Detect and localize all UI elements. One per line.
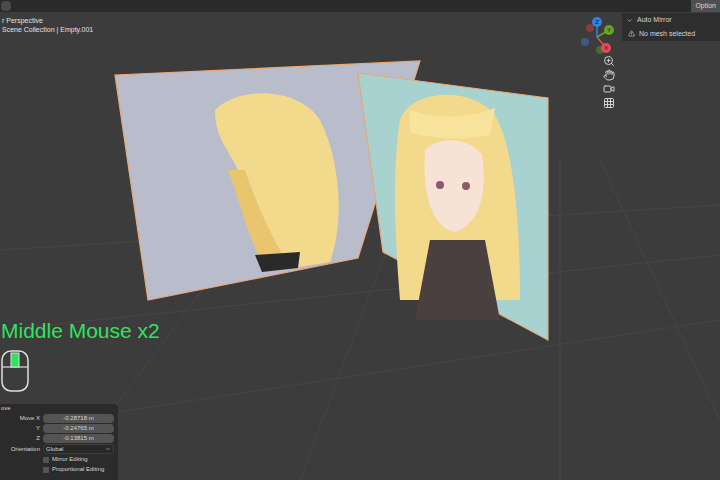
key-overlay: Middle Mouse x2: [1, 318, 160, 392]
panel-message: No mesh selected: [626, 29, 716, 40]
portrait-front-figure: [395, 95, 520, 320]
orientation-dropdown[interactable]: Global: [43, 444, 114, 454]
view-name: r Perspective: [2, 16, 93, 25]
blender-window: ZYXOptionr PerspectiveScene Collection |…: [0, 0, 720, 480]
field-label: Z: [0, 434, 40, 443]
chevron-icon[interactable]: [626, 17, 633, 24]
portrait-side-figure: [215, 93, 339, 272]
svg-text:Z: Z: [595, 19, 599, 25]
image-plane[interactable]: [358, 73, 548, 340]
camera-icon[interactable]: [603, 83, 615, 95]
operator-field: Y-0.24765 m: [0, 424, 114, 433]
gizmo-axis[interactable]: X: [601, 43, 611, 53]
field-label: Y: [0, 424, 40, 433]
checkbox-row[interactable]: Mirror Editing: [0, 455, 114, 464]
operator-field: Z-0.13815 m: [0, 434, 114, 443]
grid-icon[interactable]: [603, 97, 615, 109]
panel-title: Auto Mirror: [637, 15, 672, 26]
field-value[interactable]: -0.28718 m: [43, 414, 114, 423]
gizmo-axis[interactable]: Y: [604, 25, 614, 35]
chevron-icon: [105, 446, 111, 452]
field-label: Move X: [0, 414, 40, 423]
top-bar: Option: [0, 0, 720, 12]
key-text: Middle Mouse x2: [1, 318, 160, 344]
zoom-icon[interactable]: [603, 55, 615, 67]
orientation-row: OrientationGlobal: [0, 444, 114, 454]
navigation-buttons: [603, 55, 615, 109]
operator-panel: oveMove X-0.28718 mY-0.24765 mZ-0.13815 …: [0, 404, 118, 480]
field-value[interactable]: -0.24765 m: [43, 424, 114, 433]
svg-text:Y: Y: [607, 27, 611, 33]
checkbox[interactable]: [43, 467, 49, 473]
operator-field: Move X-0.28718 m: [0, 414, 114, 423]
mouse-icon: [1, 350, 31, 392]
collection-label: Scene Collection | Empty.001: [2, 25, 93, 34]
checkbox-label: Mirror Editing: [52, 455, 88, 464]
checkbox-row[interactable]: Proportional Editing: [0, 465, 114, 474]
options-button[interactable]: Option: [691, 0, 720, 12]
warning-icon: [628, 30, 635, 37]
checkbox-label: Proportional Editing: [52, 465, 104, 474]
navigation-gizmo[interactable]: Z Y X: [581, 17, 614, 54]
hand-icon[interactable]: [603, 69, 615, 81]
auto-mirror-panel: Auto Mirror No mesh selected: [622, 13, 720, 41]
panel-header[interactable]: Auto Mirror: [626, 15, 716, 26]
field-label: Orientation: [0, 445, 40, 454]
checkbox[interactable]: [43, 457, 49, 463]
operator-title[interactable]: ove: [0, 404, 114, 413]
svg-text:X: X: [604, 45, 608, 51]
viewport-info: r PerspectiveScene Collection | Empty.00…: [2, 16, 93, 34]
gizmo-axis[interactable]: Z: [592, 17, 602, 27]
editor-type-button[interactable]: [1, 1, 11, 11]
field-value[interactable]: -0.13815 m: [43, 434, 114, 443]
